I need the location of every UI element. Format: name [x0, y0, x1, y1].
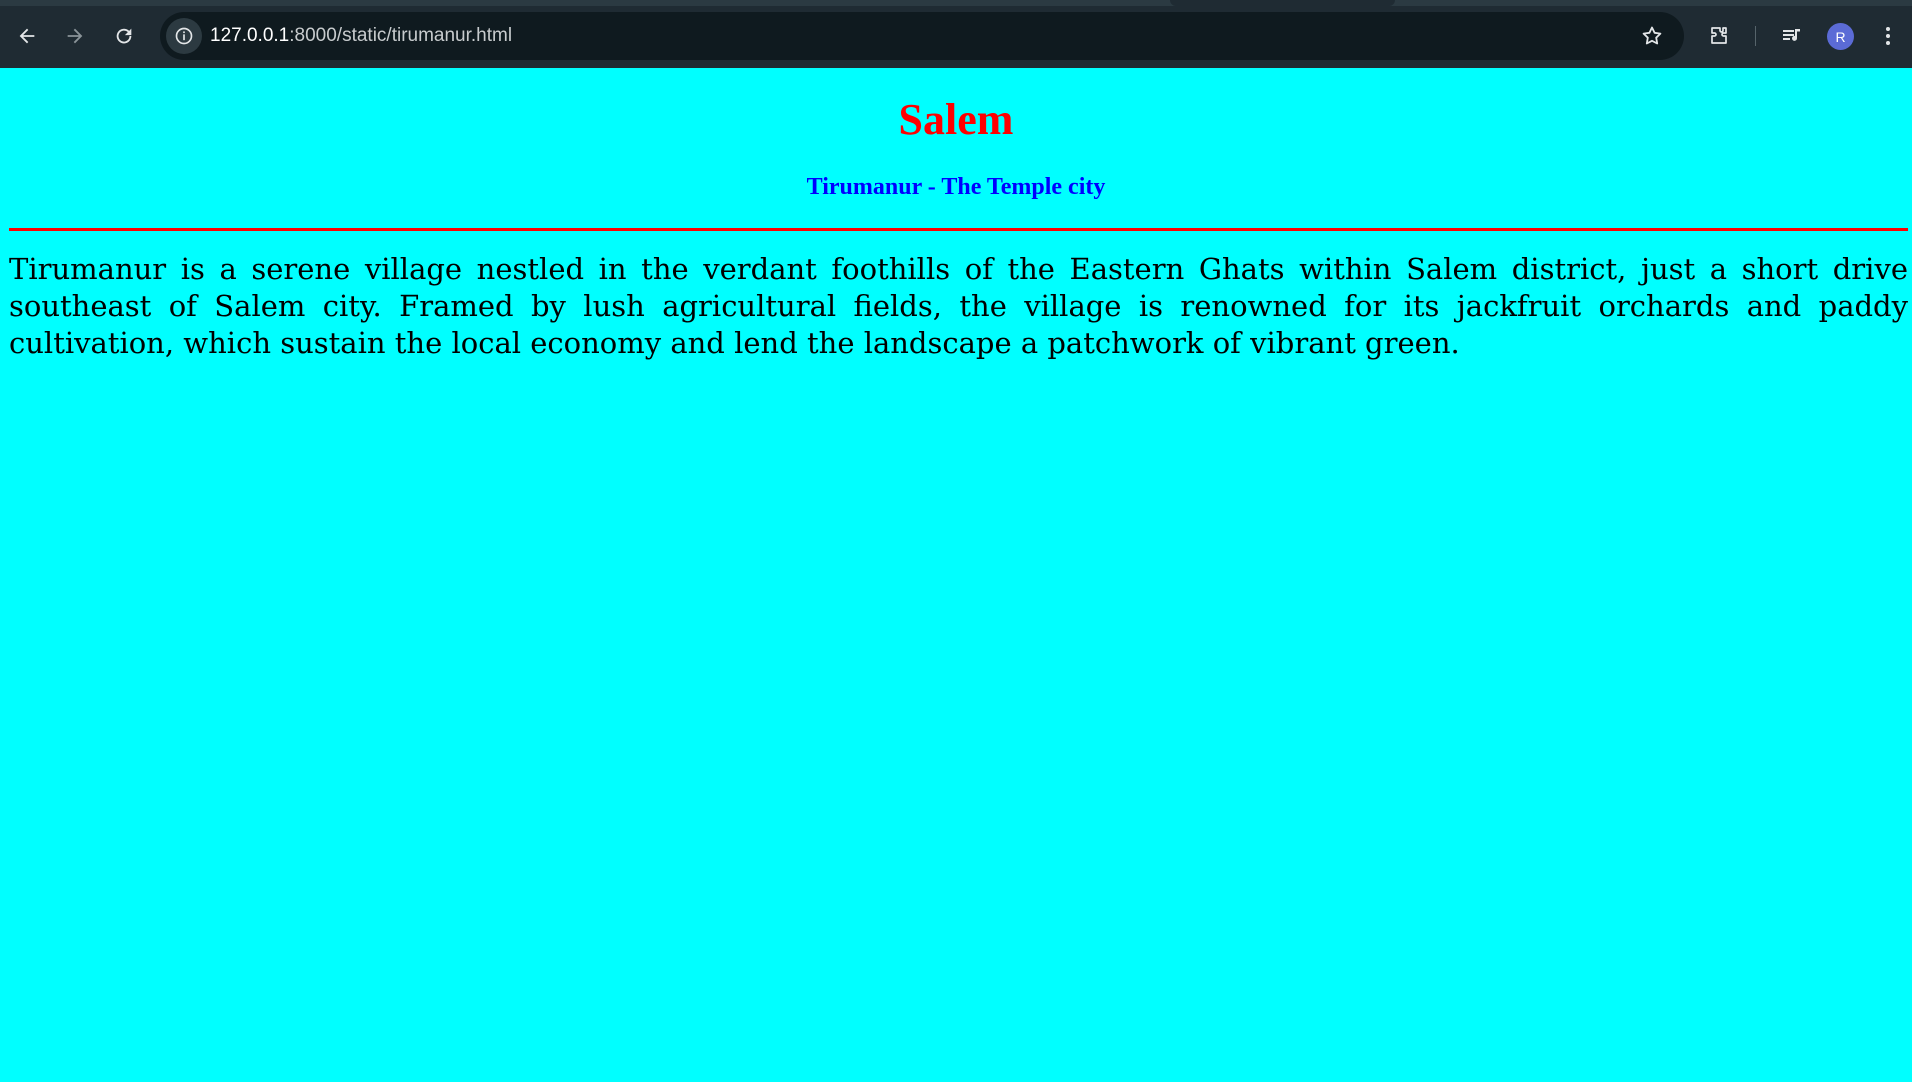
address-bar[interactable]: 127.0.0.1:8000/static/tirumanur.html	[160, 12, 1684, 60]
page-subtitle: Tirumanur - The Temple city	[806, 174, 1106, 200]
url-host: 127.0.0.1	[210, 25, 290, 46]
media-control-icon[interactable]	[1774, 18, 1810, 54]
page-content: Salem Tirumanur - The Temple city Tiruma…	[0, 68, 1912, 1082]
browser-toolbar: 127.0.0.1:8000/static/tirumanur.html R	[0, 0, 1912, 68]
active-tab[interactable]	[1170, 0, 1395, 6]
bookmark-star-icon[interactable]	[1640, 24, 1664, 52]
description-paragraph: Tirumanur is a serene village nestled in…	[9, 252, 1908, 360]
tab-strip	[0, 0, 1912, 6]
toolbar-separator	[1755, 26, 1756, 46]
more-menu-icon[interactable]	[1870, 18, 1906, 54]
back-arrow-icon[interactable]	[9, 18, 45, 54]
url-text[interactable]: 127.0.0.1:8000/static/tirumanur.html	[210, 25, 512, 47]
horizontal-rule	[9, 228, 1908, 231]
extensions-icon[interactable]	[1701, 18, 1737, 54]
avatar[interactable]: R	[1827, 23, 1854, 50]
page-title: Salem	[898, 95, 1014, 144]
url-path: :8000/static/tirumanur.html	[289, 25, 513, 46]
site-info-icon[interactable]	[166, 18, 202, 54]
forward-arrow-icon[interactable]	[57, 18, 93, 54]
reload-icon[interactable]	[106, 18, 142, 54]
